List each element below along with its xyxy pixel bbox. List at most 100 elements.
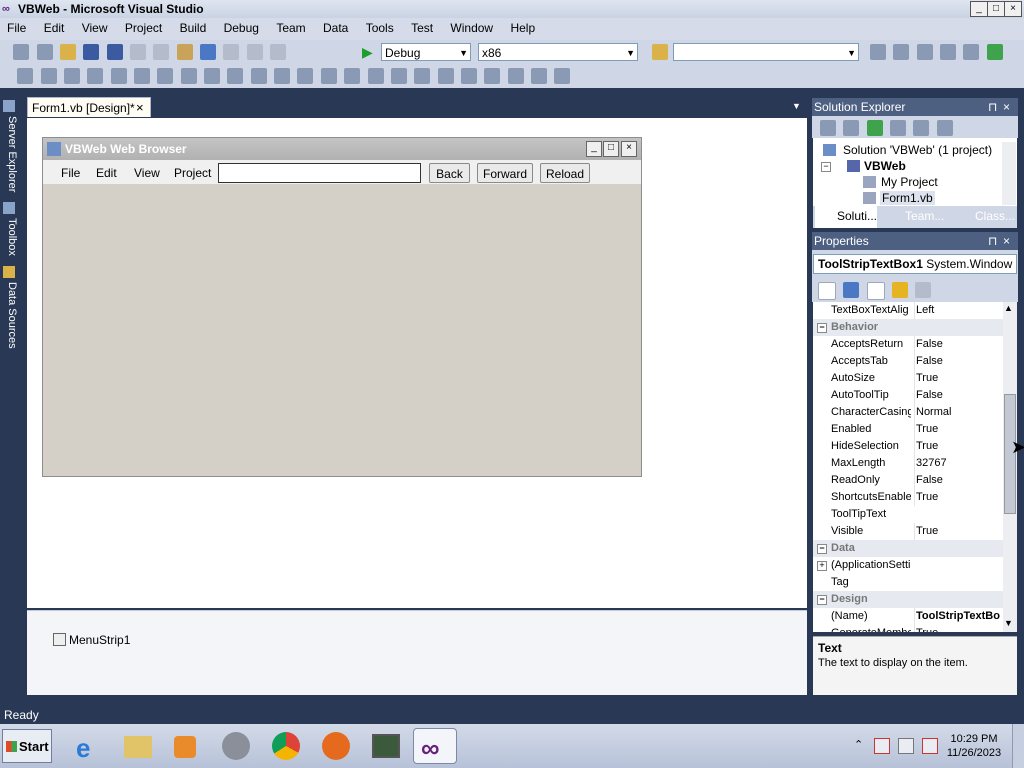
horizontal-spacing-equal-icon[interactable] — [250, 68, 267, 84]
data-sources-tab[interactable]: Data Sources — [2, 282, 18, 349]
property-row[interactable]: AcceptsReturn False — [813, 336, 1003, 353]
taskbar-clock[interactable]: 10:29 PM 11/26/2023 — [944, 732, 1004, 760]
chrome-icon[interactable] — [264, 728, 308, 764]
property-value[interactable]: True — [914, 625, 1003, 632]
toolbox-tab[interactable]: Toolbox — [2, 218, 18, 256]
menu-project[interactable]: Project — [118, 18, 169, 35]
properties-window-icon[interactable] — [893, 44, 910, 60]
property-row[interactable]: AutoSize True — [813, 370, 1003, 387]
menu-help[interactable]: Help — [503, 18, 542, 35]
menu-tools[interactable]: Tools — [359, 18, 401, 35]
expand-icon[interactable]: + — [817, 561, 827, 571]
property-row[interactable]: + (ApplicationSetti — [813, 557, 1003, 574]
tab-form1-design[interactable]: Form1.vb [Design]* × — [27, 97, 151, 117]
pin-icon[interactable]: ⊓ — [988, 232, 997, 250]
align-bottoms-icon[interactable] — [157, 68, 174, 84]
menu-debug[interactable]: Debug — [217, 18, 266, 35]
decrease-horizontal-spacing-icon[interactable] — [297, 68, 314, 84]
close-button[interactable]: × — [1004, 1, 1022, 17]
start-button[interactable]: Start — [2, 729, 52, 763]
decrease-vertical-spacing-icon[interactable] — [390, 68, 407, 84]
show-hidden-icons-icon[interactable]: ⌃ — [854, 738, 863, 751]
solution-configuration-dropdown[interactable]: Debug ▼ — [381, 43, 471, 61]
tree-scrollbar[interactable] — [1002, 142, 1016, 205]
view-designer-icon[interactable] — [913, 120, 930, 136]
start-page-icon[interactable] — [986, 44, 1003, 60]
forward-button[interactable]: Forward — [477, 163, 533, 183]
menu-test[interactable]: Test — [404, 18, 440, 35]
network-icon[interactable] — [898, 738, 914, 754]
bring-to-front-icon[interactable] — [484, 68, 501, 84]
start-debugging-icon[interactable]: ▶ — [362, 44, 373, 61]
find-in-files-icon[interactable] — [652, 44, 668, 60]
align-rights-icon[interactable] — [87, 68, 104, 84]
property-value[interactable]: Left — [914, 302, 1003, 319]
size-to-grid-icon[interactable] — [204, 68, 221, 84]
property-row[interactable]: Tag — [813, 574, 1003, 591]
property-value[interactable]: True — [914, 523, 1003, 540]
solution-explorer-icon[interactable] — [870, 44, 886, 60]
find-combo[interactable]: ▼ — [673, 43, 859, 61]
internet-explorer-icon[interactable]: e — [66, 728, 110, 764]
file-explorer-icon[interactable] — [116, 728, 160, 764]
save-all-icon[interactable] — [106, 44, 123, 60]
view-class-diagram-icon[interactable] — [936, 120, 953, 136]
menu-team[interactable]: Team — [269, 18, 312, 35]
send-to-back-icon[interactable] — [507, 68, 524, 84]
property-grid[interactable]: TextBoxTextAlig Left − Behavior AcceptsRetur… — [813, 302, 1003, 632]
property-value[interactable]: ToolStripTextBo — [914, 608, 1003, 625]
designed-form[interactable]: VBWeb Web Browser _ □ × File Edit View P… — [42, 137, 642, 477]
properties-icon[interactable] — [820, 120, 836, 136]
categorized-icon[interactable] — [818, 282, 836, 300]
property-row[interactable]: ShortcutsEnable True — [813, 489, 1003, 506]
save-icon[interactable] — [83, 44, 100, 60]
property-row[interactable]: CharacterCasing Normal — [813, 404, 1003, 421]
menu-build[interactable]: Build — [173, 18, 214, 35]
tab-close-icon[interactable]: × — [136, 98, 144, 118]
align-to-grid-icon[interactable] — [17, 68, 34, 84]
property-value[interactable]: 32767 — [914, 455, 1003, 472]
copy-icon[interactable] — [153, 44, 170, 60]
object-browser-icon[interactable] — [916, 44, 933, 60]
show-desktop-button[interactable] — [1012, 724, 1024, 768]
make-same-size-icon[interactable] — [227, 68, 244, 84]
view-code-icon[interactable] — [890, 120, 907, 136]
property-value[interactable]: False — [914, 353, 1003, 370]
align-middles-icon[interactable] — [134, 68, 151, 84]
property-row[interactable]: TextBoxTextAlig Left — [813, 302, 1003, 319]
increase-vertical-spacing-icon[interactable] — [367, 68, 384, 84]
navigate-back-icon[interactable] — [246, 44, 263, 60]
tree-item-my-project[interactable]: My Project — [881, 175, 938, 189]
tree-item-solution[interactable]: Solution 'VBWeb' (1 project) — [843, 143, 992, 157]
menu-data[interactable]: Data — [316, 18, 355, 35]
tab-order-icon[interactable] — [530, 68, 547, 84]
action-center-icon[interactable] — [874, 738, 890, 754]
address-textbox[interactable] — [218, 163, 421, 183]
make-same-width-icon[interactable] — [180, 68, 197, 84]
form-menu-edit[interactable]: Edit — [96, 166, 117, 180]
form-menu-view[interactable]: View — [134, 166, 160, 180]
tree-item-project[interactable]: VBWeb — [864, 159, 906, 173]
collapse-icon[interactable]: − — [817, 544, 827, 554]
firefox-icon[interactable] — [314, 728, 358, 764]
property-value[interactable]: Normal — [914, 404, 1003, 421]
property-row[interactable]: (Name) ToolStripTextBo — [813, 608, 1003, 625]
vertical-spacing-equal-icon[interactable] — [344, 68, 361, 84]
tree-item-form1[interactable]: Form1.vb — [880, 191, 935, 205]
property-row[interactable]: ToolTipText — [813, 506, 1003, 523]
back-button[interactable]: Back — [429, 163, 470, 183]
scroll-down-icon[interactable]: ▼ — [1004, 618, 1013, 628]
task-manager-icon[interactable] — [364, 728, 408, 764]
menu-edit[interactable]: Edit — [37, 18, 72, 35]
chrome-dark-icon[interactable] — [214, 728, 258, 764]
property-value[interactable]: True — [914, 438, 1003, 455]
property-value[interactable]: False — [914, 336, 1003, 353]
cut-icon[interactable] — [130, 44, 147, 60]
close-icon[interactable]: × — [1003, 232, 1010, 250]
property-row[interactable]: ReadOnly False — [813, 472, 1003, 489]
alphabetical-icon[interactable] — [843, 282, 860, 298]
visual-studio-icon[interactable]: ∞ — [413, 728, 457, 764]
toolbox-icon[interactable] — [940, 44, 957, 60]
center-horizontally-icon[interactable] — [437, 68, 454, 84]
new-project-icon[interactable] — [13, 44, 30, 60]
